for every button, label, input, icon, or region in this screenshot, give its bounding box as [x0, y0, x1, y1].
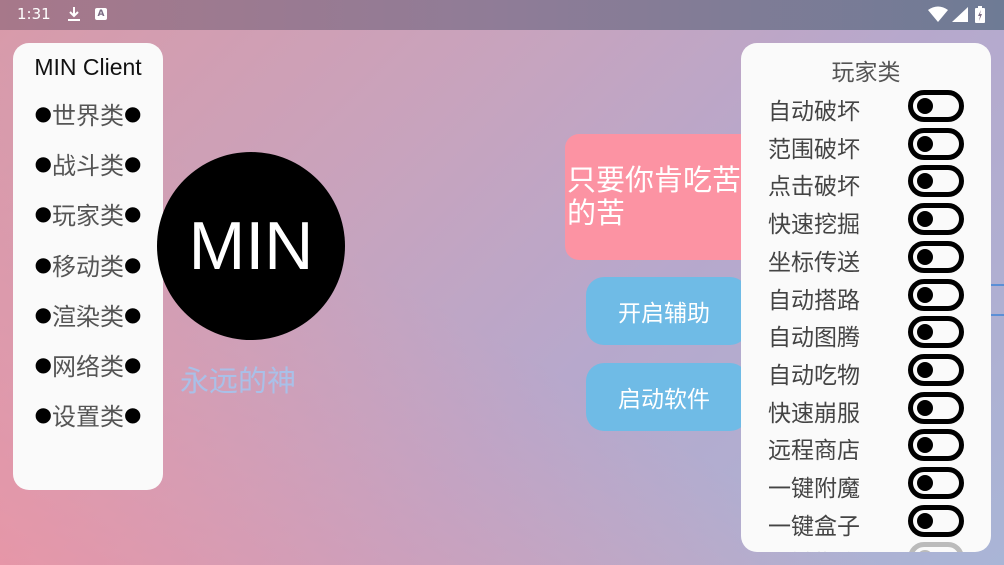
toggle-knob — [917, 211, 933, 228]
category-label: 世界类 — [52, 101, 124, 130]
module-toggle-switch[interactable] — [908, 316, 964, 349]
module-row: 自动搭路 — [741, 278, 991, 314]
bullet-icon: ● — [34, 201, 52, 225]
category-label: 渲染类 — [52, 302, 124, 331]
module-toggle-switch[interactable] — [908, 90, 964, 122]
module-label: 一键附魔 — [768, 476, 860, 502]
bullet-icon: ● — [124, 201, 142, 225]
module-row: 一键附魔 — [741, 466, 991, 502]
category-player[interactable]: ● 玩家类 ● — [13, 196, 163, 230]
edge-divider — [990, 284, 1004, 316]
module-label: 范围破坏 — [768, 136, 860, 163]
module-toggle-switch[interactable] — [908, 429, 964, 462]
bullet-icon: ● — [34, 402, 52, 426]
toggle-knob — [917, 361, 933, 378]
module-row: 自动吃物 — [741, 353, 991, 389]
clock: 1:31 — [17, 5, 51, 23]
module-toggle-switch[interactable] — [908, 278, 964, 311]
toggle-knob — [917, 550, 933, 552]
toggle-knob — [917, 98, 933, 114]
module-label: 自动图腾 — [768, 325, 860, 352]
bullet-icon: ● — [124, 402, 142, 426]
category-label: 战斗类 — [52, 151, 124, 180]
module-label: 点击破坏 — [768, 174, 860, 201]
module-row: 远程商店 — [741, 428, 991, 464]
category-panel: MIN Client ● 世界类 ● ● 战斗类 ● ● 玩家类 ● ● 移动类 ● ● 渲染类 ●… — [13, 43, 163, 490]
bullet-icon: ● — [124, 101, 142, 125]
wifi-icon — [928, 6, 948, 22]
category-combat[interactable]: ● 战斗类 ● — [13, 146, 163, 180]
module-row: 坐标传送 — [741, 240, 991, 276]
bullet-icon: ● — [34, 302, 52, 326]
battery-icon — [975, 6, 985, 23]
module-row: 快速崩服 — [741, 391, 991, 427]
enable-assist-button[interactable]: 开启辅助 — [586, 277, 748, 345]
toggle-knob — [917, 437, 933, 454]
category-movement[interactable]: ● 移动类 ● — [13, 247, 163, 281]
module-toggle-switch[interactable] — [908, 240, 964, 273]
toggle-knob — [917, 248, 933, 265]
bullet-icon: ● — [34, 151, 52, 175]
toggle-knob — [917, 286, 933, 303]
bullet-icon: ● — [124, 151, 142, 175]
module-row: 点击破坏 — [741, 164, 991, 200]
download-icon — [68, 7, 80, 21]
module-row: 自动图腾 — [741, 315, 991, 351]
category-network[interactable]: ● 网络类 ● — [13, 347, 163, 381]
bullet-icon: ● — [34, 352, 52, 376]
module-row: 范围破坏 — [741, 127, 991, 163]
quote-banner: 只要你肯吃苦的苦 — [565, 134, 745, 260]
module-toggle-switch[interactable] — [908, 353, 964, 386]
category-settings[interactable]: ● 设置类 ● — [13, 397, 163, 431]
module-label: 自动吃物 — [768, 362, 860, 389]
category-world[interactable]: ● 世界类 ● — [13, 96, 163, 130]
logo-text: MIN — [188, 208, 314, 284]
category-label: 网络类 — [52, 352, 124, 381]
client-title: MIN Client — [34, 54, 142, 80]
bullet-icon: ● — [34, 252, 52, 276]
category-label: 设置类 — [52, 402, 124, 431]
module-label: 自动搭路 — [768, 287, 860, 314]
module-row: 快速挖掘 — [741, 202, 991, 238]
module-toggle-switch[interactable] — [908, 127, 964, 160]
category-render[interactable]: ● 渲染类 ● — [13, 297, 163, 331]
toggle-knob — [917, 475, 933, 491]
module-label: 一键指令 — [768, 544, 860, 552]
module-row: 一键指令 — [741, 541, 991, 552]
module-row: 一键盒子 — [741, 504, 991, 540]
signal-icon — [952, 7, 968, 22]
player-modules-panel: 玩家类 自动破坏范围破坏点击破坏快速挖掘坐标传送自动搭路自动图腾自动吃物快速崩服… — [741, 43, 991, 552]
module-label: 快速挖掘 — [768, 212, 860, 239]
module-toggle-switch[interactable] — [908, 165, 964, 198]
module-toggle-switch[interactable] — [908, 504, 964, 537]
module-toggle-switch[interactable] — [908, 467, 964, 499]
launch-software-button[interactable]: 启动软件 — [586, 363, 748, 431]
category-label: 玩家类 — [52, 201, 124, 230]
module-label: 坐标传送 — [768, 249, 860, 276]
module-toggle-switch[interactable] — [908, 391, 964, 424]
module-row: 自动破坏 — [741, 89, 991, 125]
toggle-knob — [917, 512, 933, 529]
motto: 永远的神 — [180, 364, 297, 398]
toggle-knob — [917, 173, 933, 190]
a-badge-icon: A — [95, 8, 107, 20]
panel-title: 玩家类 — [831, 60, 901, 86]
logo: MIN — [157, 152, 345, 340]
module-toggle-switch[interactable] — [908, 542, 964, 552]
bullet-icon: ● — [124, 302, 142, 326]
module-label: 一键盒子 — [768, 513, 860, 540]
category-label: 移动类 — [52, 252, 124, 281]
module-toggle-switch[interactable] — [908, 203, 964, 236]
toggle-knob — [917, 135, 933, 152]
status-bar: 1:31 A — [0, 0, 1004, 30]
toggle-knob — [917, 324, 933, 341]
module-label: 远程商店 — [768, 438, 860, 465]
bullet-icon: ● — [34, 101, 52, 125]
module-label: 自动破坏 — [768, 99, 860, 125]
module-label: 快速崩服 — [768, 400, 860, 427]
bullet-icon: ● — [124, 252, 142, 276]
bullet-icon: ● — [124, 352, 142, 376]
toggle-knob — [917, 399, 933, 416]
